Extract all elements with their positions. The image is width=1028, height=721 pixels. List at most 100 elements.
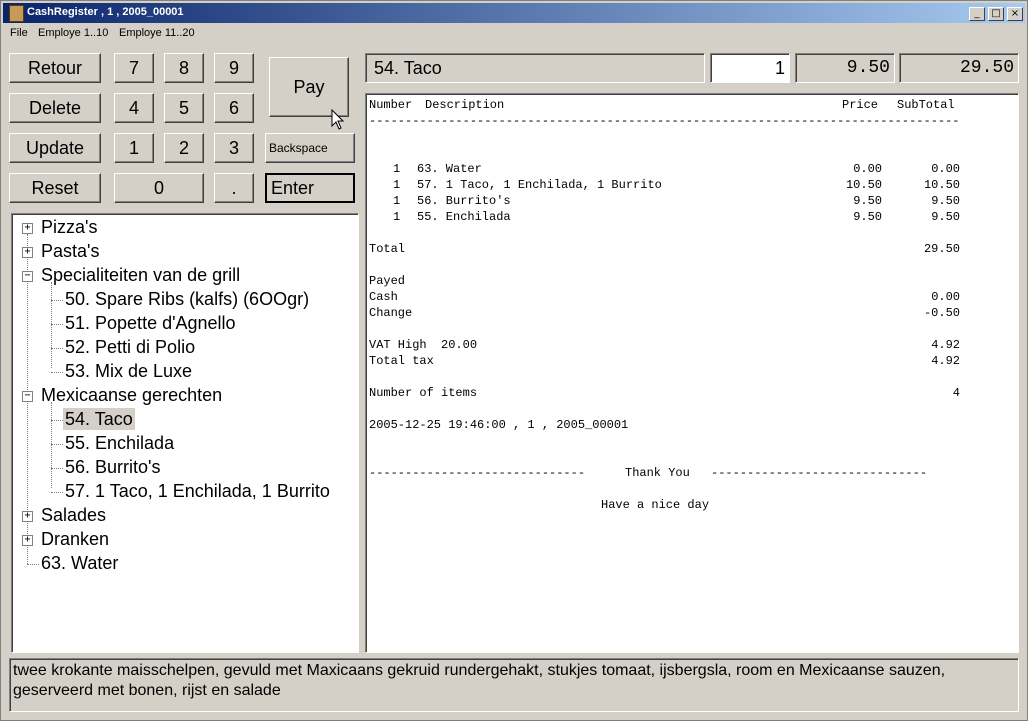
menu-employe-11-20[interactable]: Employe 11..20 [119, 27, 195, 39]
update-button[interactable]: Update [9, 133, 101, 163]
receipt-dashes-right: ------------------------------ [711, 466, 928, 480]
retour-button[interactable]: Retour [9, 53, 101, 83]
receipt-vat-value: 4.92 [931, 338, 960, 352]
collapse-icon[interactable]: − [22, 391, 33, 402]
receipt-totaltax-label: Total tax [369, 354, 434, 368]
menu-bar: File Employe 1..10 Employe 11..20 [3, 24, 1025, 42]
receipt-header-subtotal: SubTotal [897, 98, 955, 112]
receipt-header-price: Price [842, 98, 879, 112]
receipt-row-price: 0.00 [853, 162, 882, 176]
tree-node-dranken[interactable]: Dranken [41, 528, 109, 550]
tree-connector [51, 348, 63, 349]
close-button[interactable]: × [1007, 7, 1023, 21]
tree-item-water[interactable]: 63. Water [41, 552, 118, 574]
receipt-total-label: Total [369, 242, 406, 256]
tree-node-mexicaanse[interactable]: Mexicaanse gerechten [41, 384, 222, 406]
tree-item-petti[interactable]: 52. Petti di Polio [65, 336, 195, 358]
app-icon [9, 5, 24, 22]
receipt-header-description: Description [425, 98, 505, 112]
receipt-cash-label: Cash [369, 290, 398, 304]
collapse-icon[interactable]: − [22, 271, 33, 282]
reset-button[interactable]: Reset [9, 173, 101, 203]
tree-item-combo[interactable]: 57. 1 Taco, 1 Enchilada, 1 Burrito [65, 480, 330, 502]
key-8[interactable]: 8 [164, 53, 204, 83]
receipt-total-value: 29.50 [923, 242, 960, 256]
receipt-row-sub: 9.50 [931, 210, 960, 224]
receipt-header-number: Number [369, 98, 413, 112]
receipt-numitems-value: 4 [952, 386, 960, 400]
maximize-button[interactable]: □ [988, 7, 1004, 21]
receipt-row-desc: 63. Water [417, 162, 482, 176]
key-3[interactable]: 3 [214, 133, 254, 163]
title-bar: CashRegister , 1 , 2005_00001 _ □ × [3, 3, 1025, 23]
receipt-row-qty: 1 [393, 178, 401, 192]
key-decimal[interactable]: . [214, 173, 254, 203]
key-6[interactable]: 6 [214, 93, 254, 123]
total-display: 29.50 [899, 53, 1019, 83]
receipt-payed-label: Payed [369, 274, 406, 288]
key-7[interactable]: 7 [114, 53, 154, 83]
receipt-dashes-left: ------------------------------ [369, 466, 586, 480]
receipt-row-desc: 56. Burrito's [417, 194, 511, 208]
tree-connector [51, 300, 63, 301]
expand-icon[interactable]: + [22, 247, 33, 258]
delete-button[interactable]: Delete [9, 93, 101, 123]
tree-connector [27, 564, 39, 565]
receipt-change-value: -0.50 [923, 306, 960, 320]
tree-grill-line [51, 282, 52, 368]
enter-button[interactable]: Enter [265, 173, 355, 203]
receipt-totaltax-value: 4.92 [931, 354, 960, 368]
menu-file[interactable]: File [10, 27, 28, 39]
tree-connector [51, 468, 63, 469]
key-2[interactable]: 2 [164, 133, 204, 163]
tree-node-grill[interactable]: Specialiteiten van de grill [41, 264, 240, 286]
price-display: 9.50 [795, 53, 895, 83]
backspace-button[interactable]: Backspace [265, 133, 355, 163]
tree-item-spare-ribs[interactable]: 50. Spare Ribs (kalfs) (6OOgr) [65, 288, 309, 310]
tree-item-burritos[interactable]: 56. Burrito's [65, 456, 160, 478]
receipt-row-price: 9.50 [853, 210, 882, 224]
receipt-change-label: Change [369, 306, 413, 320]
receipt-row-sub: 0.00 [931, 162, 960, 176]
tree-connector [51, 444, 63, 445]
receipt-row-qty: 1 [393, 194, 401, 208]
tree-item-popette[interactable]: 51. Popette d'Agnello [65, 312, 236, 334]
tree-item-enchilada[interactable]: 55. Enchilada [65, 432, 174, 454]
tree-node-pizzas[interactable]: Pizza's [41, 216, 97, 238]
tree-node-pastas[interactable]: Pasta's [41, 240, 99, 262]
receipt-row-desc: 55. Enchilada [417, 210, 511, 224]
tree-item-taco-selected[interactable]: 54. Taco [63, 408, 135, 430]
receipt-timestamp: 2005-12-25 19:46:00 , 1 , 2005_00001 [369, 418, 629, 432]
tree-mex-line [51, 402, 52, 488]
menu-employe-1-10[interactable]: Employe 1..10 [38, 27, 108, 39]
key-1[interactable]: 1 [114, 133, 154, 163]
key-9[interactable]: 9 [214, 53, 254, 83]
expand-icon[interactable]: + [22, 511, 33, 522]
receipt-row-desc: 57. 1 Taco, 1 Enchilada, 1 Burrito [417, 178, 662, 192]
tree-node-salades[interactable]: Salades [41, 504, 106, 526]
receipt-row-price: 9.50 [853, 194, 882, 208]
mouse-cursor-icon [331, 109, 345, 130]
expand-icon[interactable]: + [22, 223, 33, 234]
key-4[interactable]: 4 [114, 93, 154, 123]
tree-item-mix-de-luxe[interactable]: 53. Mix de Luxe [65, 360, 192, 382]
pay-button[interactable]: Pay [269, 57, 349, 117]
window-title: CashRegister , 1 , 2005_00001 [27, 6, 184, 18]
key-0[interactable]: 0 [114, 173, 204, 203]
quantity-field[interactable]: 1 [710, 53, 790, 83]
expand-icon[interactable]: + [22, 535, 33, 546]
receipt-cash-value: 0.00 [931, 290, 960, 304]
tree-connector [51, 492, 63, 493]
receipt-row-sub: 10.50 [923, 178, 960, 192]
receipt-numitems-label: Number of items [369, 386, 478, 400]
key-5[interactable]: 5 [164, 93, 204, 123]
menu-tree[interactable]: + Pizza's + Pasta's − Specialiteiten van… [11, 213, 359, 653]
tree-connector [51, 324, 63, 325]
receipt-row-price: 10.50 [845, 178, 882, 192]
receipt-row-qty: 1 [393, 210, 401, 224]
receipt-separator: ----------------------------------------… [369, 114, 960, 128]
tree-connector [51, 420, 63, 421]
tree-connector [51, 372, 63, 373]
minimize-button[interactable]: _ [969, 7, 985, 21]
receipt-panel: Number Description Price SubTotal ------… [365, 93, 1019, 653]
